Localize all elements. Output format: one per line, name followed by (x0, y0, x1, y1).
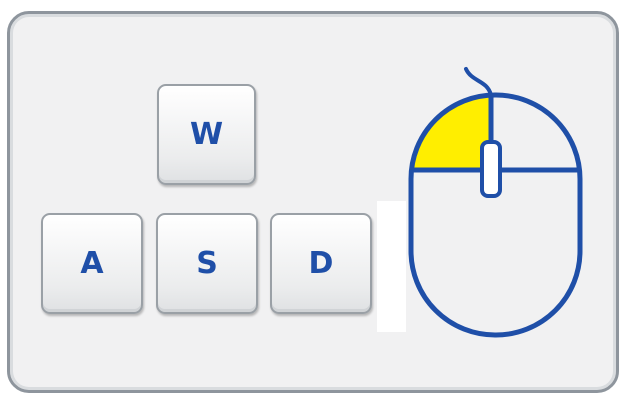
mouse-icon (408, 67, 583, 338)
mouse-cable (464, 67, 493, 97)
scroll-wheel (480, 140, 502, 198)
